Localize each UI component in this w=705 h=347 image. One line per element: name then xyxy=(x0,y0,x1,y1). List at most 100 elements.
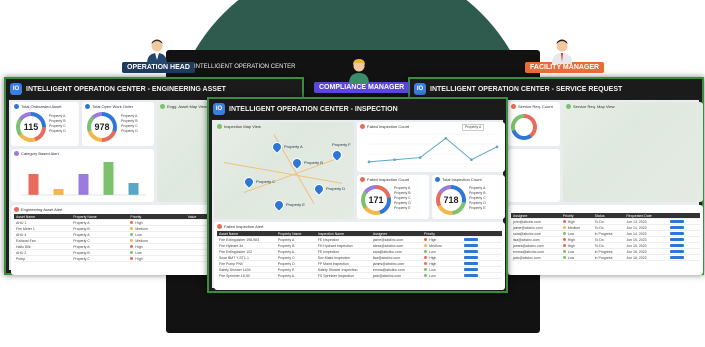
view-button[interactable] xyxy=(464,249,479,253)
panel-header: Total Open Work Order xyxy=(85,104,133,109)
table-label: Failed Inspection Alert xyxy=(224,224,264,229)
total-inspection-donut[interactable]: Total Inspection Count 718 Property A Pr… xyxy=(432,175,505,219)
view-button[interactable] xyxy=(670,219,685,223)
table-row[interactable]: jack@abcinc.com Low In Progress Jun 16, 202… xyxy=(511,255,700,261)
table-cell: Pump xyxy=(14,257,71,261)
table-cell: lisa@abcinc.com xyxy=(511,238,561,242)
cell-text: Swar BMT Y-ST1-1 xyxy=(219,255,249,260)
kpi-onboarded-asset[interactable]: Total Onboarded Asset 115 Property A Pro… xyxy=(11,102,79,146)
legend-item: Property D xyxy=(121,129,138,133)
pin-label: Property A xyxy=(284,144,303,149)
cell-text: To Do xyxy=(594,243,604,248)
action-cell xyxy=(462,273,502,278)
cell-text: Fire Hydrant 34 xyxy=(219,243,244,248)
view-button[interactable] xyxy=(464,243,479,247)
cell-text: Low xyxy=(567,231,575,236)
kpi-open-work-order[interactable]: Total Open Work Order 978 Property A Pro… xyxy=(82,102,154,146)
cell-text: lisa@abclinc.com xyxy=(372,255,401,260)
column-header: Property Name xyxy=(277,231,302,236)
failed-inspection-line-chart[interactable]: Failed Inspection Count Property A xyxy=(357,122,505,172)
view-button[interactable] xyxy=(670,255,685,259)
map-pin-icon[interactable] xyxy=(311,181,327,197)
view-button[interactable] xyxy=(670,237,685,241)
cell-text: Property A xyxy=(73,232,90,237)
table-cell: Low xyxy=(128,232,185,237)
view-button[interactable] xyxy=(464,255,479,259)
table-row[interactable]: Fire Sprinkler 18-90 Property A FS Sprinkl… xyxy=(217,273,502,279)
kpi-icon xyxy=(14,104,19,109)
cell-text: Pump xyxy=(16,256,26,261)
view-button[interactable] xyxy=(670,243,685,247)
bar xyxy=(53,189,64,195)
view-button[interactable] xyxy=(464,237,479,241)
table-cell: Swar BMT Y-ST1-1 xyxy=(217,256,276,260)
table-cell: emma@abclinc.com xyxy=(371,268,422,272)
table-cell: High xyxy=(128,256,185,261)
priority-dot-icon xyxy=(562,231,566,235)
legend-item: Property E xyxy=(394,206,411,210)
view-button[interactable] xyxy=(670,231,685,235)
data-point xyxy=(495,145,499,149)
service-request-table: Assignee Priority Status Requested Date … xyxy=(508,205,703,275)
cell-text: To Do xyxy=(594,219,604,224)
cell-text: Low xyxy=(135,250,142,255)
kpi-legend: Property A Property B Property C Propert… xyxy=(121,114,138,134)
cell-text: AHU 2 xyxy=(16,250,27,255)
failed-inspection-donut[interactable]: Failed Inspection Count 171 Property A P… xyxy=(357,175,429,219)
view-button[interactable] xyxy=(670,249,685,253)
map-label: Engg. Asset Map View xyxy=(167,104,207,109)
table-cell: FS Sprinkler Inspection xyxy=(316,274,371,278)
inspection-map[interactable]: Inspection Map View Property A Property … xyxy=(214,122,354,219)
column-header: Assignee xyxy=(372,231,388,236)
table-cell: emma@abcinc.com xyxy=(511,250,561,254)
table-cell: High xyxy=(561,243,593,248)
kpi-value: 115 xyxy=(20,116,42,138)
data-point xyxy=(393,158,396,162)
table-cell: FE Inspection xyxy=(316,238,371,242)
cell-text: Jun 16, 2023 xyxy=(626,249,647,254)
table-cell: To Do xyxy=(593,226,625,230)
bar xyxy=(28,174,39,195)
cell-text: In Progress xyxy=(594,231,613,236)
priority-dot-icon xyxy=(562,243,566,247)
cell-text: FE Inspection xyxy=(317,249,340,254)
map-pin-icon[interactable] xyxy=(269,139,285,155)
view-button[interactable] xyxy=(464,267,479,271)
view-button[interactable] xyxy=(464,273,479,277)
cell-text: Property A xyxy=(277,237,295,242)
table-cell: james@abclinc.com xyxy=(371,262,422,266)
table-cell: AHU 1 xyxy=(14,221,71,225)
table-cell: Low xyxy=(128,250,185,255)
cell-text: emma@abclinc.com xyxy=(372,267,405,272)
service-req-map[interactable]: Service Req. Map View xyxy=(563,102,703,202)
service-req-count[interactable]: Service Req. Count xyxy=(508,102,560,146)
operation-center-tag: INTELLIGENT OPERATION CENTER xyxy=(194,64,296,70)
priority-dot-icon xyxy=(562,225,566,229)
chart-icon xyxy=(435,177,440,182)
map-pin-icon[interactable] xyxy=(271,197,287,213)
category-alert-chart[interactable]: Category Based Alert xyxy=(11,149,154,202)
donut-legend: Property A Property B Property C Propert… xyxy=(394,186,411,211)
series-line xyxy=(368,137,498,163)
cell-text: Jun 15, 2023 xyxy=(626,243,647,248)
table-cell: High xyxy=(422,237,462,242)
panel-header: Total Inspection Count xyxy=(435,177,482,182)
table-cell: jaime@abcinc.com xyxy=(511,226,561,230)
table-cell: FP Maint Inspection xyxy=(316,262,371,266)
view-button[interactable] xyxy=(464,261,479,265)
cell-text: High xyxy=(135,256,143,261)
view-button[interactable] xyxy=(670,225,685,229)
column-header: Requested Date xyxy=(626,213,652,218)
cell-text: Fire Meter 1 xyxy=(16,226,35,231)
action-cell xyxy=(462,255,502,260)
table-cell: To Do xyxy=(593,220,625,224)
pin-label: Property E xyxy=(286,202,305,207)
map-label: Inspection Map View xyxy=(224,124,261,129)
cell-text: jaime@abcinc.com xyxy=(513,225,543,230)
cell-text: FP Maint Inspection xyxy=(317,261,349,266)
cell-text: Swr Maint Inspection xyxy=(317,255,351,260)
priority-dot-icon xyxy=(424,255,428,259)
table-cell: Safety Shower Inspection xyxy=(316,268,371,272)
cell-text: jack@abclinc.com xyxy=(372,273,402,278)
map-pin-icon[interactable] xyxy=(241,174,257,190)
